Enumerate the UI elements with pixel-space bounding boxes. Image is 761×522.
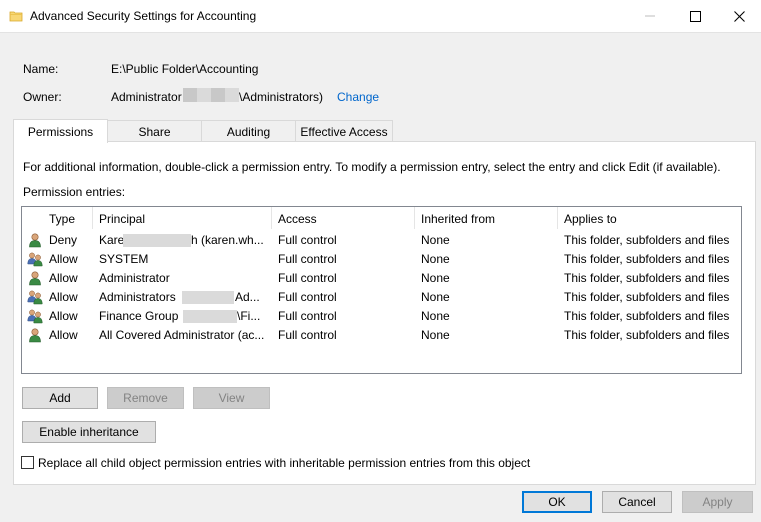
row-principal-start: Kare <box>99 233 123 247</box>
row-access: Full control <box>278 271 337 285</box>
ok-button[interactable]: OK <box>522 491 592 513</box>
owner-label: Owner: <box>23 90 62 104</box>
info-text: For additional information, double-click… <box>23 160 721 174</box>
row-applies-to: This folder, subfolders and files <box>564 290 730 304</box>
row-principal-start: All Covered Administrator (ac... <box>99 328 265 342</box>
row-applies-to: This folder, subfolders and files <box>564 271 730 285</box>
row-principal-end: h (karen.wh... <box>191 233 264 247</box>
row-inherited-from: None <box>421 309 450 323</box>
column-header-inherited-from[interactable]: Inherited from <box>415 207 557 231</box>
row-access: Full control <box>278 328 337 342</box>
row-type: Allow <box>49 271 78 285</box>
owner-redaction <box>211 88 225 102</box>
folder-icon <box>9 9 23 23</box>
row-applies-to: This folder, subfolders and files <box>564 309 730 323</box>
row-inherited-from: None <box>421 233 450 247</box>
row-inherited-from: None <box>421 271 450 285</box>
row-type: Allow <box>49 309 78 323</box>
change-owner-link[interactable]: Change <box>337 90 379 104</box>
row-access: Full control <box>278 252 337 266</box>
row-inherited-from: None <box>421 252 450 266</box>
principal-redaction <box>182 291 234 304</box>
column-header-applies-to[interactable]: Applies to <box>558 207 741 231</box>
name-label: Name: <box>23 62 59 76</box>
row-type: Allow <box>49 252 78 266</box>
row-principal-end: Ad... <box>235 290 260 304</box>
row-access: Full control <box>278 309 337 323</box>
permission-row[interactable]: Allow SYSTEM Full control None This fold… <box>22 250 741 269</box>
group-icon <box>27 289 43 305</box>
window-title: Advanced Security Settings for Accountin… <box>30 9 257 23</box>
permission-row[interactable]: Deny Kare h (karen.wh... Full control No… <box>22 231 741 250</box>
principal-redaction <box>183 310 237 323</box>
owner-redaction <box>225 88 239 102</box>
row-access: Full control <box>278 290 337 304</box>
owner-value-start: Administrator <box>111 90 182 104</box>
row-principal-end: \Fi... <box>237 309 261 323</box>
close-icon[interactable] <box>717 0 761 32</box>
name-value: E:\Public Folder\Accounting <box>111 62 259 76</box>
permission-row[interactable]: Allow All Covered Administrator (ac... F… <box>22 326 741 345</box>
row-principal-start: Administrator <box>99 271 170 285</box>
row-inherited-from: None <box>421 290 450 304</box>
remove-button[interactable]: Remove <box>107 387 184 409</box>
row-type: Allow <box>49 328 78 342</box>
owner-value-end: \Administrators) <box>239 90 324 104</box>
replace-child-entries-checkbox[interactable] <box>21 456 34 469</box>
permission-row[interactable]: Allow Administrators Ad... Full control … <box>22 288 741 307</box>
owner-redaction <box>183 88 197 102</box>
permission-row[interactable]: Allow Administrator Full control None Th… <box>22 269 741 288</box>
tab-share[interactable]: Share <box>107 120 202 142</box>
row-applies-to: This folder, subfolders and files <box>564 328 730 342</box>
minimize-icon[interactable] <box>628 0 672 32</box>
row-type: Allow <box>49 290 78 304</box>
row-access: Full control <box>278 233 337 247</box>
owner-redaction <box>197 88 211 102</box>
row-principal-start: Administrators <box>99 290 176 304</box>
add-button[interactable]: Add <box>22 387 98 409</box>
permission-entries-label: Permission entries: <box>23 185 126 199</box>
row-principal-start: SYSTEM <box>99 252 149 266</box>
principal-redaction <box>123 234 191 247</box>
row-type: Deny <box>49 233 78 247</box>
apply-button[interactable]: Apply <box>682 491 753 513</box>
tab-effective-access[interactable]: Effective Access <box>295 120 393 142</box>
enable-inheritance-button[interactable]: Enable inheritance <box>22 421 156 443</box>
view-button[interactable]: View <box>193 387 270 409</box>
column-header-principal[interactable]: Principal <box>93 207 270 231</box>
row-applies-to: This folder, subfolders and files <box>564 252 730 266</box>
user-icon <box>27 232 43 248</box>
cancel-button[interactable]: Cancel <box>602 491 672 513</box>
row-principal-start: Finance Group <box>99 309 179 323</box>
replace-child-entries-label[interactable]: Replace all child object permission entr… <box>38 456 530 470</box>
group-icon <box>27 251 43 267</box>
row-inherited-from: None <box>421 328 450 342</box>
maximize-icon[interactable] <box>673 0 717 32</box>
user-icon <box>27 327 43 343</box>
column-header-access[interactable]: Access <box>272 207 414 231</box>
user-icon <box>27 270 43 286</box>
title-bar: Advanced Security Settings for Accountin… <box>0 0 761 33</box>
permission-entries-list[interactable]: Type Principal Access Inherited from App… <box>21 206 742 374</box>
tab-auditing[interactable]: Auditing <box>201 120 296 142</box>
tab-permissions[interactable]: Permissions <box>13 119 108 143</box>
column-header-type[interactable]: Type <box>43 207 92 231</box>
row-applies-to: This folder, subfolders and files <box>564 233 730 247</box>
group-icon <box>27 308 43 324</box>
permission-row[interactable]: Allow Finance Group \Fi... Full control … <box>22 307 741 326</box>
